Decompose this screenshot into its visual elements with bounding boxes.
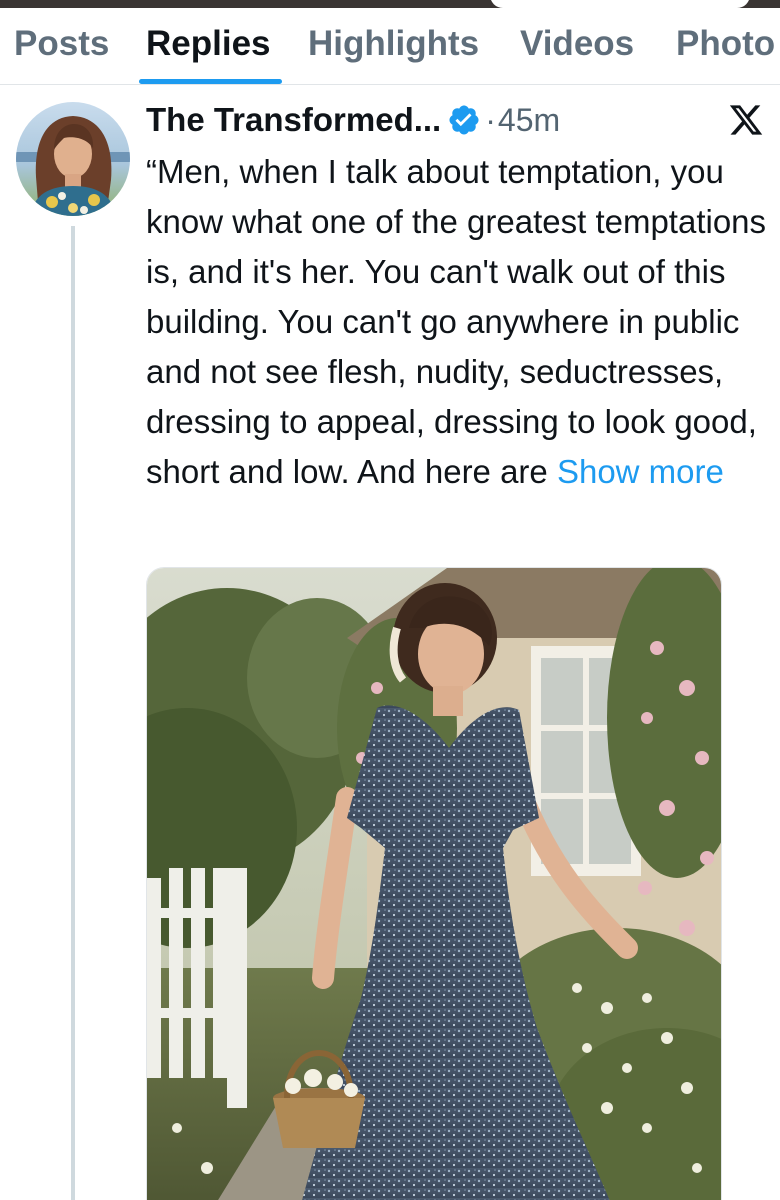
x-logo-icon (728, 102, 764, 138)
tab-posts[interactable]: Posts (14, 24, 109, 64)
separator-dot: · (485, 101, 496, 138)
tab-replies[interactable]: Replies (146, 24, 271, 64)
verified-badge-icon (447, 103, 481, 137)
top-strip (0, 0, 780, 8)
profile-tabs: Posts Replies Highlights Videos Photo (0, 8, 780, 85)
photo-woman-in-garden (147, 568, 721, 1200)
tweet-text: “Men, when I talk about temptation, you … (146, 147, 776, 497)
post-timestamp[interactable]: 45m (498, 102, 560, 139)
tweet-media-image[interactable] (146, 567, 722, 1200)
top-pill-button[interactable] (490, 0, 750, 8)
show-more-link[interactable]: Show more (557, 453, 724, 490)
avatar[interactable] (16, 102, 130, 216)
tweet-header: The Transformed... · 45m (146, 98, 560, 142)
profile-page: Posts Replies Highlights Videos Photo Th… (0, 0, 780, 1200)
thread-line (71, 226, 75, 1200)
active-tab-indicator (139, 79, 282, 84)
tweet-body: “Men, when I talk about temptation, you … (146, 153, 767, 490)
tab-photos[interactable]: Photo (676, 24, 775, 64)
author-name[interactable]: The Transformed... (146, 101, 441, 139)
tab-videos[interactable]: Videos (520, 24, 634, 64)
tab-highlights[interactable]: Highlights (308, 24, 479, 64)
avatar-image (16, 102, 130, 216)
